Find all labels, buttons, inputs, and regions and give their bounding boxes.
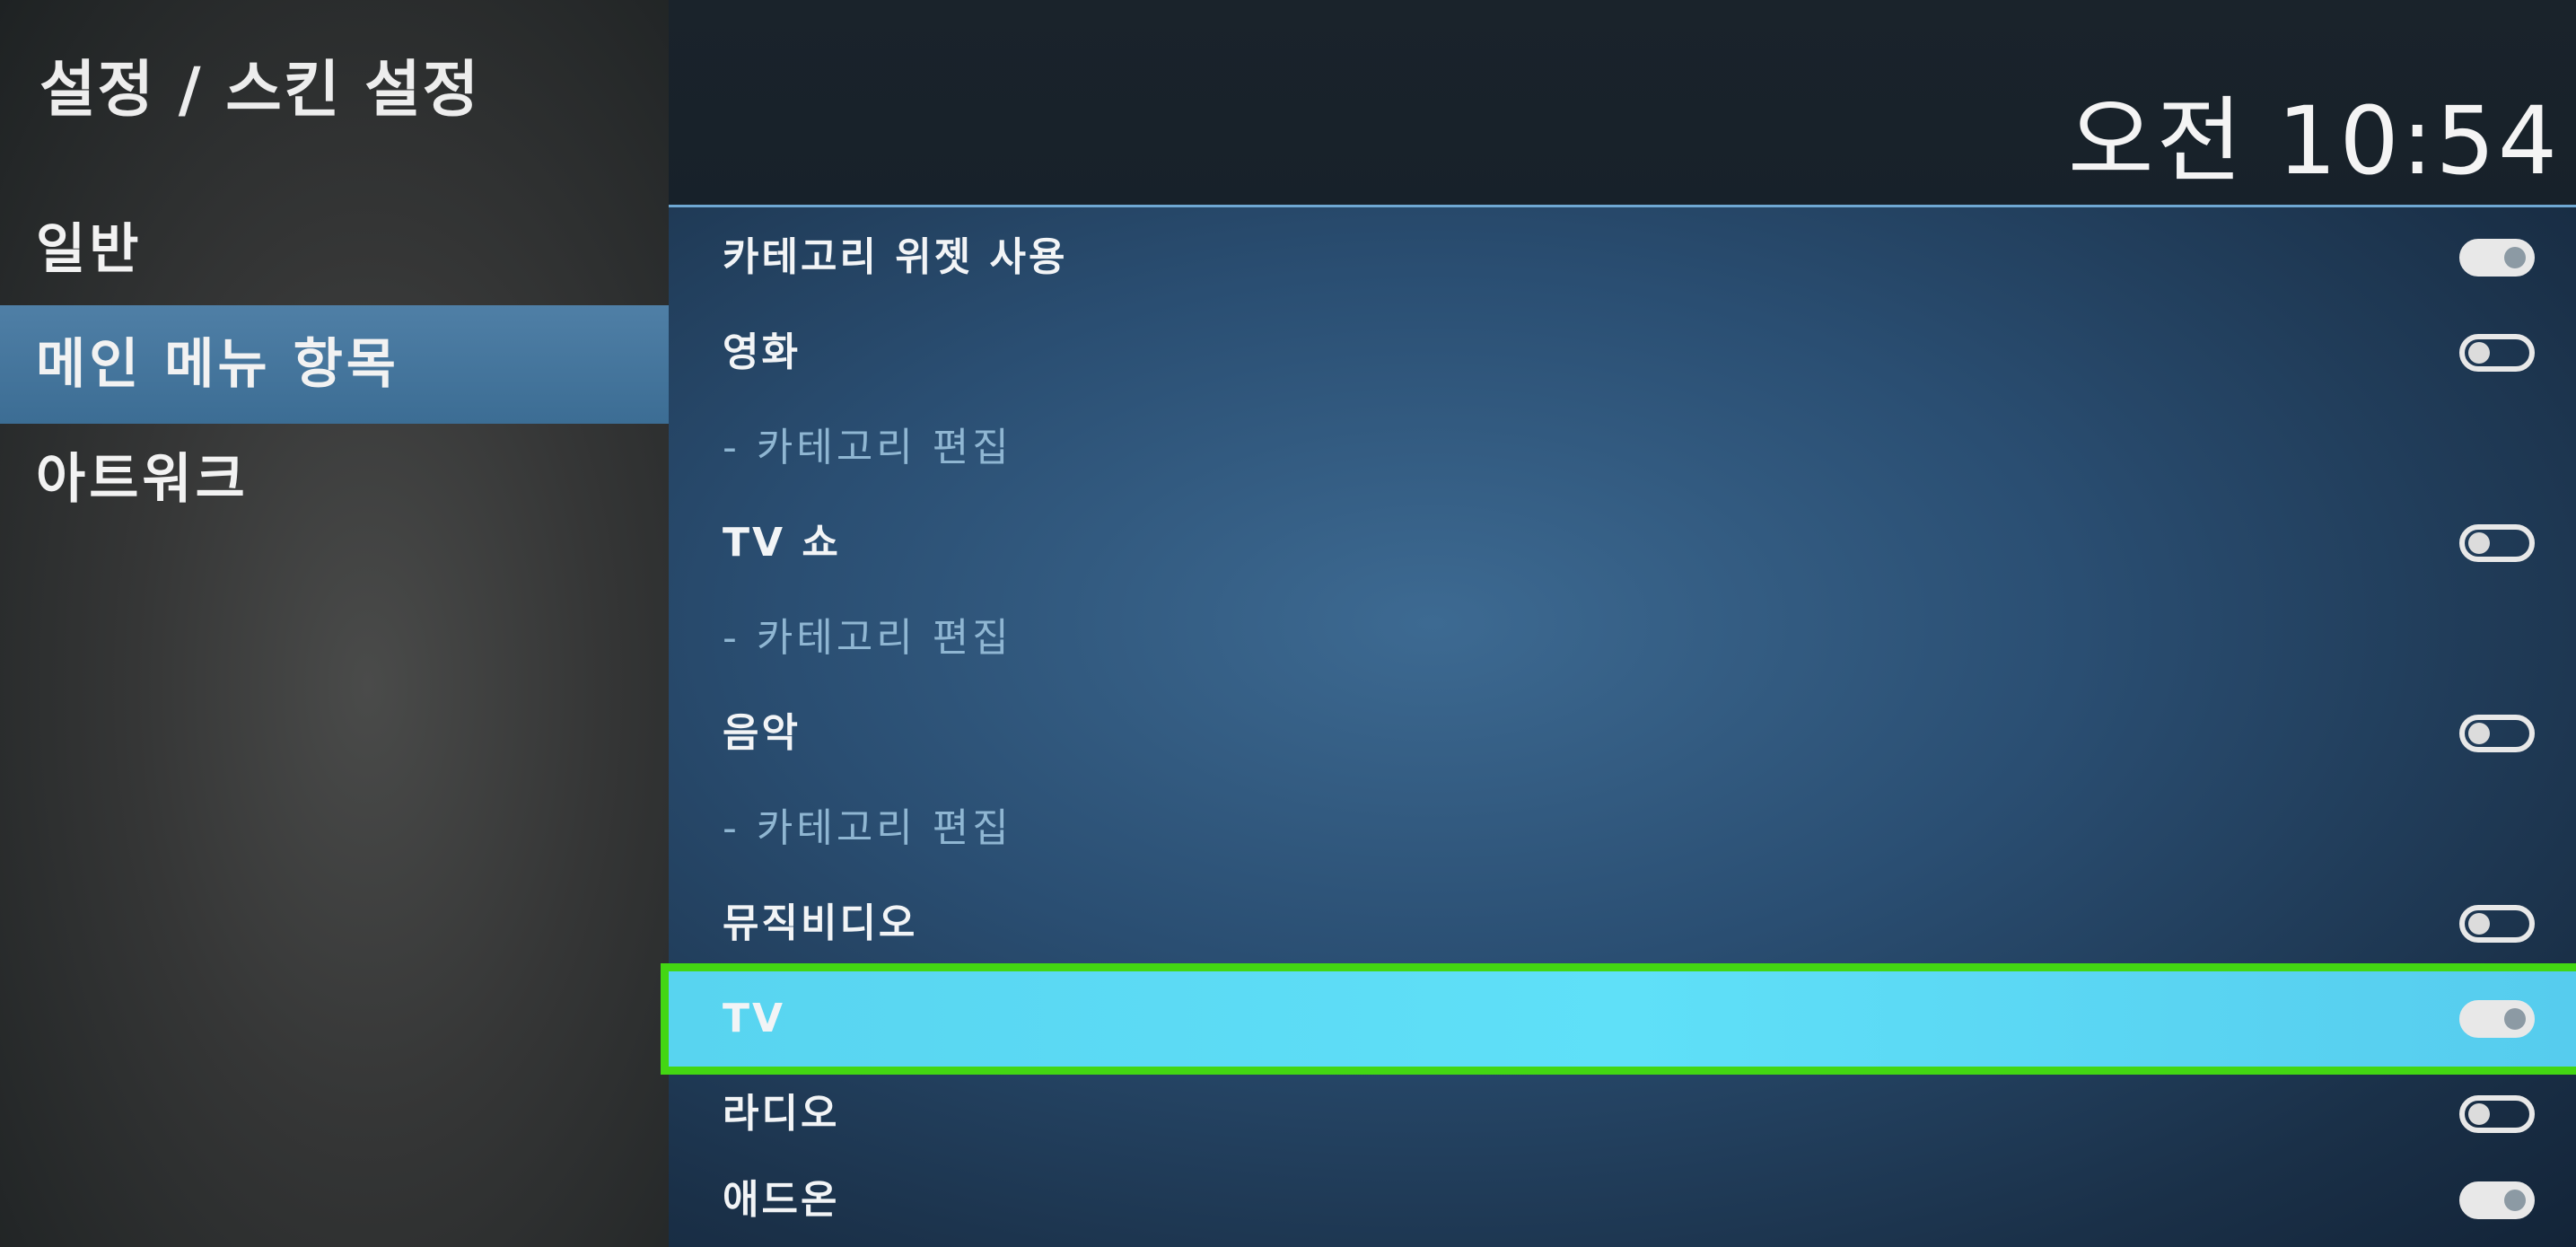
toggle-switch[interactable] [2459, 715, 2535, 752]
setting-row-tv-shows-edit-categories[interactable]: - 카테고리 편집 [669, 591, 2576, 686]
toggle-switch[interactable] [2459, 524, 2535, 562]
toggle-switch[interactable] [2459, 239, 2535, 277]
setting-label: - 카테고리 편집 [723, 615, 1012, 661]
setting-row-music[interactable]: 음악 [669, 686, 2576, 781]
setting-row-music-videos[interactable]: 뮤직비디오 [669, 876, 2576, 971]
toggle-switch[interactable] [2459, 1181, 2535, 1219]
skin-settings-screen: 설정 / 스킨 설정 일반 메인 메뉴 항목 아트워크 오전 10:54 카테고… [0, 0, 2576, 1247]
page-title: 설정 / 스킨 설정 [39, 55, 481, 126]
setting-label: 영화 [723, 329, 801, 375]
setting-label: - 카테고리 편집 [723, 805, 1012, 851]
sidebar-item-label: 일반 [36, 218, 143, 281]
setting-row-movies-edit-categories[interactable]: - 카테고리 편집 [669, 400, 2576, 496]
setting-label: 애드온 [723, 1177, 840, 1223]
sidebar-item-label: 메인 메뉴 항목 [36, 333, 399, 396]
toggle-knob [2504, 247, 2526, 268]
toggle-switch[interactable] [2459, 905, 2535, 943]
toggle-knob [2468, 532, 2490, 554]
setting-row-music-edit-categories[interactable]: - 카테고리 편집 [669, 781, 2576, 876]
setting-row-addons[interactable]: 애드온 [669, 1153, 2576, 1247]
toggle-switch[interactable] [2459, 334, 2535, 372]
setting-label: 카테고리 위젯 사용 [723, 234, 1068, 280]
sidebar: 설정 / 스킨 설정 일반 메인 메뉴 항목 아트워크 [0, 0, 669, 1247]
sidebar-item-label: 아트워크 [36, 448, 249, 511]
setting-row-radio[interactable]: 라디오 [669, 1067, 2576, 1162]
setting-label: 음악 [723, 710, 801, 756]
setting-row-category-widget[interactable]: 카테고리 위젯 사용 [669, 210, 2576, 305]
setting-label: TV 쇼 [723, 520, 841, 566]
sidebar-item-artwork[interactable]: 아트워크 [0, 420, 669, 539]
toggle-knob [2468, 342, 2490, 364]
top-bar: 오전 10:54 [669, 0, 2576, 205]
setting-row-movies[interactable]: 영화 [669, 305, 2576, 400]
toggle-knob [2468, 723, 2490, 744]
setting-label: 뮤직비디오 [723, 900, 918, 946]
setting-row-tv[interactable]: TV [661, 963, 2576, 1075]
toggle-knob [2504, 1008, 2526, 1030]
settings-list: 카테고리 위젯 사용 영화 - 카테고리 편집 TV 쇼 - 카테고리 편집 음… [661, 205, 2576, 1247]
toggle-switch[interactable] [2459, 1095, 2535, 1133]
setting-label: TV [723, 996, 786, 1041]
toggle-knob [2468, 913, 2490, 935]
sidebar-item-general[interactable]: 일반 [0, 190, 669, 309]
toggle-switch[interactable] [2459, 1000, 2535, 1038]
clock: 오전 10:54 [2067, 86, 2560, 196]
setting-label: - 카테고리 편집 [723, 425, 1012, 470]
toggle-knob [2504, 1190, 2526, 1211]
sidebar-item-main-menu-items[interactable]: 메인 메뉴 항목 [0, 305, 669, 424]
setting-label: 라디오 [723, 1091, 840, 1137]
toggle-knob [2468, 1103, 2490, 1125]
setting-row-tv-shows[interactable]: TV 쇼 [669, 496, 2576, 591]
